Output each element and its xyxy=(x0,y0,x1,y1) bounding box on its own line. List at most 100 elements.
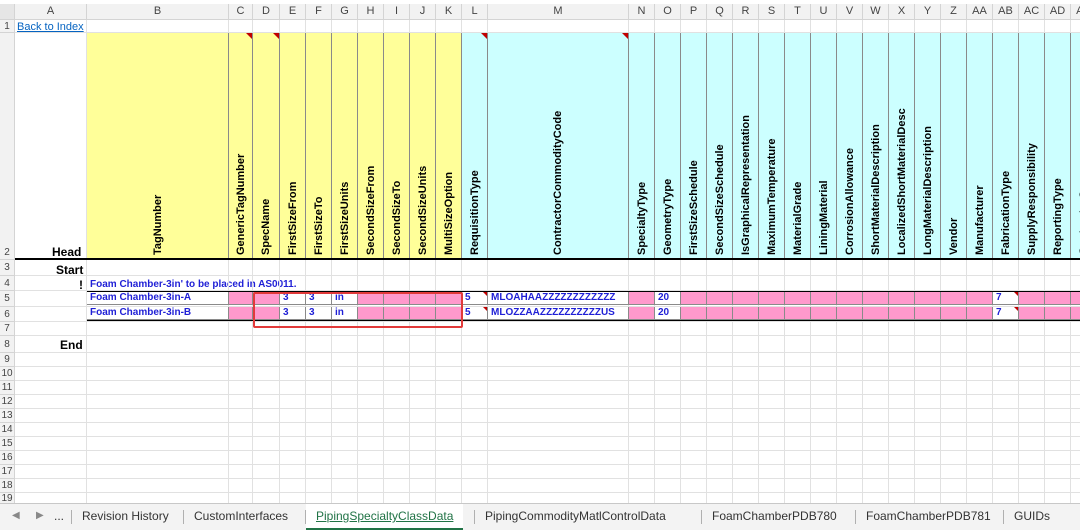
cell-z5[interactable] xyxy=(941,292,967,305)
column-header-n[interactable]: N xyxy=(629,4,655,20)
header-cell-m[interactable]: ContractorCommodityCode xyxy=(488,33,629,260)
cell-geometrytype-5[interactable]: 20 xyxy=(655,292,681,305)
header-cell-aa[interactable]: Manufacturer xyxy=(967,33,993,260)
cell-p5[interactable] xyxy=(681,292,707,305)
header-cell-v[interactable]: CorrosionAllowance xyxy=(837,33,863,260)
header-cell-o[interactable]: GeometryType xyxy=(655,33,681,260)
column-header-s[interactable]: S xyxy=(759,4,785,20)
cell-q6[interactable] xyxy=(707,307,733,320)
header-cell-ac[interactable]: SupplyResponsibility xyxy=(1019,33,1045,260)
row-header-17[interactable]: 17 xyxy=(0,465,15,479)
cell-u6[interactable] xyxy=(811,307,837,320)
row-header-4[interactable]: 4 xyxy=(0,276,15,291)
spreadsheet-grid[interactable]: Back to Index Head Start ! Foam Chamber-… xyxy=(0,0,1080,503)
header-cell-w[interactable]: ShortMaterialDescription xyxy=(863,33,889,260)
tab-scroll-left-icon[interactable]: ◀ xyxy=(12,504,20,530)
column-header-i[interactable]: I xyxy=(384,4,410,20)
row-header-16[interactable]: 16 xyxy=(0,451,15,465)
column-header-f[interactable]: F xyxy=(306,4,332,20)
select-all-corner[interactable] xyxy=(0,4,15,20)
row-header-14[interactable]: 14 xyxy=(0,423,15,437)
cell-v6[interactable] xyxy=(837,307,863,320)
cell-s5[interactable] xyxy=(759,292,785,305)
cell-requisitiontype-5[interactable]: 5 xyxy=(462,292,488,305)
cell-v5[interactable] xyxy=(837,292,863,305)
header-cell-ae[interactable]: ContractorCo xyxy=(1071,33,1080,260)
row-header-6[interactable]: 6 xyxy=(0,307,15,322)
column-header-ac[interactable]: AC xyxy=(1019,4,1045,20)
header-cell-x[interactable]: LocalizedShortMaterialDesc xyxy=(889,33,915,260)
sheet-tab-custominterfaces[interactable]: CustomInterfaces xyxy=(184,504,298,530)
cell-t6[interactable] xyxy=(785,307,811,320)
row-header-11[interactable]: 11 xyxy=(0,381,15,395)
header-cell-g[interactable]: FirstSizeUnits xyxy=(332,33,358,260)
column-header-z[interactable]: Z xyxy=(941,4,967,20)
column-header-l[interactable]: L xyxy=(462,4,488,20)
row-header-12[interactable]: 12 xyxy=(0,395,15,409)
cell-requisitiontype-6[interactable]: 5 xyxy=(462,307,488,320)
column-header-r[interactable]: R xyxy=(733,4,759,20)
cell-z6[interactable] xyxy=(941,307,967,320)
header-cell-u[interactable]: LiningMaterial xyxy=(811,33,837,260)
cell-aa6[interactable] xyxy=(967,307,993,320)
column-header-a[interactable]: A xyxy=(15,4,87,20)
cell-w6[interactable] xyxy=(863,307,889,320)
header-cell-f[interactable]: FirstSizeTo xyxy=(306,33,332,260)
header-cell-y[interactable]: LongMaterialDescription xyxy=(915,33,941,260)
column-header-e[interactable]: E xyxy=(280,4,306,20)
cell-contractorcommoditycode-5[interactable]: MLOAHAAZZZZZZZZZZZZ xyxy=(488,292,629,305)
header-cell-p[interactable]: FirstSizeSchedule xyxy=(681,33,707,260)
row-header-8[interactable]: 8 xyxy=(0,336,15,353)
header-cell-ab[interactable]: FabricationType xyxy=(993,33,1019,260)
cell-tagnumber-5[interactable]: Foam Chamber-3in-A xyxy=(87,292,229,305)
column-header-k[interactable]: K xyxy=(436,4,462,20)
header-cell-l[interactable]: RequisitionType xyxy=(462,33,488,260)
cell-t5[interactable] xyxy=(785,292,811,305)
cell-n5[interactable] xyxy=(629,292,655,305)
header-cell-i[interactable]: SecondSizeTo xyxy=(384,33,410,260)
row-header-2[interactable]: 2 xyxy=(0,33,15,260)
row-header-7[interactable]: 7 xyxy=(0,322,15,336)
row-header-13[interactable]: 13 xyxy=(0,409,15,423)
cell-w5[interactable] xyxy=(863,292,889,305)
tab-scroll-right-icon[interactable]: ▶ xyxy=(36,504,44,530)
header-cell-e[interactable]: FirstSizeFrom xyxy=(280,33,306,260)
column-header-ae[interactable]: AE xyxy=(1071,4,1080,20)
row-header-1[interactable]: 1 xyxy=(0,20,15,33)
header-cell-b[interactable]: TagNumber xyxy=(87,33,229,260)
header-cell-n[interactable]: SpecialtyType xyxy=(629,33,655,260)
header-cell-d[interactable]: SpecName xyxy=(253,33,280,260)
cell-ae5[interactable] xyxy=(1071,292,1080,305)
column-header-v[interactable]: V xyxy=(837,4,863,20)
cell-aa5[interactable] xyxy=(967,292,993,305)
column-header-m[interactable]: M xyxy=(488,4,629,20)
cell-tagnumber-6[interactable]: Foam Chamber-3in-B xyxy=(87,307,229,320)
column-header-w[interactable]: W xyxy=(863,4,889,20)
header-cell-j[interactable]: SecondSizeUnits xyxy=(410,33,436,260)
row-header-10[interactable]: 10 xyxy=(0,367,15,381)
header-cell-c[interactable]: GenericTagNumber xyxy=(229,33,253,260)
cell-p6[interactable] xyxy=(681,307,707,320)
cell-r5[interactable] xyxy=(733,292,759,305)
header-cell-r[interactable]: IsGraphicalRepresentation xyxy=(733,33,759,260)
sheet-tab-foamchamberpdb781[interactable]: FoamChamberPDB781 xyxy=(856,504,1001,530)
sheet-tab-pipingcommoditymatlcontroldata[interactable]: PipingCommodityMatlControlData xyxy=(475,504,676,530)
column-header-aa[interactable]: AA xyxy=(967,4,993,20)
cell-geometrytype-6[interactable]: 20 xyxy=(655,307,681,320)
header-cell-s[interactable]: MaximumTemperature xyxy=(759,33,785,260)
column-header-p[interactable]: P xyxy=(681,4,707,20)
column-header-h[interactable]: H xyxy=(358,4,384,20)
sheet-tab-revision history[interactable]: Revision History xyxy=(72,504,179,530)
header-cell-q[interactable]: SecondSizeSchedule xyxy=(707,33,733,260)
cell-ad6[interactable] xyxy=(1045,307,1071,320)
cell-contractorcommoditycode-6[interactable]: MLOZZAAZZZZZZZZZZUS xyxy=(488,307,629,320)
column-header-d[interactable]: D xyxy=(253,4,280,20)
cell-s6[interactable] xyxy=(759,307,785,320)
cell-fabricationtype-6[interactable]: 7 xyxy=(993,307,1019,320)
sheet-tab-guids[interactable]: GUIDs xyxy=(1004,504,1060,530)
column-header-ab[interactable]: AB xyxy=(993,4,1019,20)
column-header-o[interactable]: O xyxy=(655,4,681,20)
row-header-3[interactable]: 3 xyxy=(0,260,15,276)
cell-x6[interactable] xyxy=(889,307,915,320)
column-header-c[interactable]: C xyxy=(229,4,253,20)
